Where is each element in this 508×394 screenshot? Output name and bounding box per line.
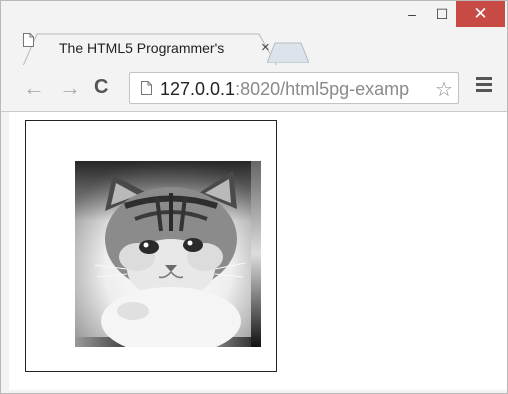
menu-icon[interactable] — [476, 77, 492, 93]
bookmark-star-icon[interactable]: ☆ — [435, 77, 453, 102]
back-button[interactable]: ← — [23, 75, 45, 101]
new-tab-button[interactable] — [267, 41, 309, 63]
forward-button[interactable]: → — [59, 75, 81, 101]
minimize-button[interactable]: – — [399, 1, 425, 27]
url-text[interactable]: 127.0.0.1:8020/html5pg-examp — [160, 79, 409, 100]
url-path: :8020/html5pg-examp — [235, 79, 410, 99]
tab-active[interactable]: The HTML5 Programmer's × — [23, 33, 278, 66]
toolbar: ← → C 127.0.0.1:8020/html5pg-examp ☆ — [1, 65, 507, 112]
page-icon — [23, 33, 34, 47]
canvas-frame — [25, 120, 277, 372]
tab-title: The HTML5 Programmer's — [59, 40, 225, 56]
browser-window: – ☐ ✕ The HTML5 Programmer's × ← → C 127… — [0, 0, 508, 394]
maximize-button[interactable]: ☐ — [429, 1, 455, 27]
reload-button[interactable]: C — [94, 76, 108, 99]
title-bar: – ☐ ✕ — [1, 1, 507, 35]
page-viewport — [9, 112, 507, 390]
kitten-photo — [75, 161, 261, 347]
page-icon — [141, 81, 152, 95]
address-bar[interactable]: 127.0.0.1:8020/html5pg-examp ☆ — [129, 72, 459, 104]
url-host: 127.0.0.1 — [160, 79, 236, 99]
close-window-button[interactable]: ✕ — [456, 1, 505, 27]
